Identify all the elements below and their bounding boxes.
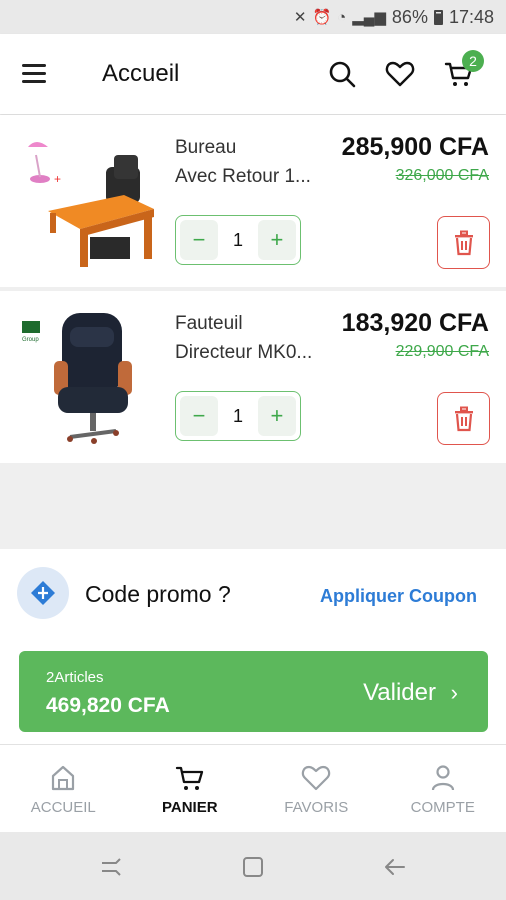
nav-label: COMPTE [410, 799, 475, 816]
decrement-button[interactable]: − [180, 220, 218, 260]
system-navigation-bar [0, 832, 506, 900]
status-icons: ✕ ⏰ ◔ ▂▄▆ [293, 8, 386, 27]
nav-item-compte[interactable]: COMPTE [380, 745, 506, 832]
quantity-stepper: − 1 + [175, 215, 301, 265]
checkout-area: 2Articles 469,820 CFA Valider › [0, 637, 506, 744]
cart-total: 469,820 CFA [46, 694, 170, 717]
promo-icon [17, 567, 69, 619]
validate-button[interactable]: 2Articles 469,820 CFA Valider › [19, 651, 488, 732]
validate-label: Valider [363, 679, 436, 706]
promo-code-row: Code promo ? Appliquer Coupon [0, 549, 506, 637]
promo-label: Code promo ? [85, 581, 231, 607]
desk-product-image: + [28, 142, 154, 267]
alarm-icon: ⏰ [312, 9, 332, 26]
cart-item[interactable]: Group Fauteuil Directeur MK0... 183,920 … [0, 291, 506, 463]
delete-item-button[interactable] [437, 392, 490, 445]
bottom-navigation: ACCUEIL PANIER FAVORIS COMPTE [0, 744, 506, 832]
desk-lamp-illustration: + [28, 142, 61, 186]
heart-icon [302, 765, 331, 791]
product-price: 183,920 CFA [341, 309, 489, 337]
product-name[interactable]: Bureau Avec Retour 1... [175, 133, 335, 191]
app-bar: Accueil [0, 34, 506, 114]
wifi-icon: ◔ [337, 8, 347, 26]
svg-text:+: + [54, 172, 61, 186]
delete-item-button[interactable] [437, 216, 490, 269]
recent-apps-icon[interactable] [98, 854, 124, 880]
vendor-logo: Group [22, 321, 40, 343]
nav-label: ACCUEIL [30, 799, 96, 816]
battery-icon [433, 9, 443, 25]
search-icon[interactable] [326, 58, 358, 90]
nav-item-favoris[interactable]: FAVORIS [253, 745, 380, 832]
signal-icon: ▂▄▆ [352, 9, 386, 26]
home-square-icon[interactable] [240, 854, 266, 880]
increment-button[interactable]: + [257, 220, 296, 260]
favorites-heart-icon[interactable] [384, 58, 416, 90]
article-count: 2Articles [46, 669, 104, 686]
product-name[interactable]: Fauteuil Directeur MK0... [175, 309, 335, 367]
trash-icon [454, 406, 473, 431]
svg-text:Group: Group [22, 337, 39, 343]
mute-icon: ✕ [293, 9, 307, 26]
quantity-value: 1 [232, 405, 243, 426]
cart-count-badge: 2 [462, 50, 484, 72]
increment-button[interactable]: + [257, 396, 296, 436]
nav-label: FAVORIS [284, 799, 349, 816]
nav-label: PANIER [161, 799, 218, 816]
person-icon [431, 765, 454, 791]
apply-coupon-link[interactable]: Appliquer Coupon [320, 586, 477, 607]
clock: 17:48 [448, 6, 494, 27]
status-bar: ✕ ⏰ ◔ ▂▄▆ 86% 17:48 [0, 0, 506, 34]
page-title: Accueil [102, 60, 180, 87]
nav-item-panier[interactable]: PANIER [127, 745, 254, 832]
quantity-value: 1 [232, 229, 243, 250]
product-price: 285,900 CFA [341, 133, 489, 161]
chevron-right-icon: › [450, 680, 458, 705]
product-old-price: 326,000 CFA [395, 167, 489, 184]
cart-icon [175, 766, 203, 790]
back-arrow-icon[interactable] [382, 854, 408, 880]
chair-product-image: Group [22, 313, 132, 444]
menu-icon[interactable] [22, 64, 46, 84]
decrement-button[interactable]: − [180, 396, 218, 436]
nav-item-accueil[interactable]: ACCUEIL [0, 745, 127, 832]
battery-percent: 86% [391, 6, 428, 27]
product-old-price: 229,900 CFA [395, 343, 489, 360]
home-icon [52, 765, 75, 791]
trash-icon [454, 230, 473, 255]
cart-item[interactable]: + Bureau Avec Retour 1... 285,900 CFA 32… [0, 115, 506, 287]
quantity-stepper: − 1 + [175, 391, 301, 441]
